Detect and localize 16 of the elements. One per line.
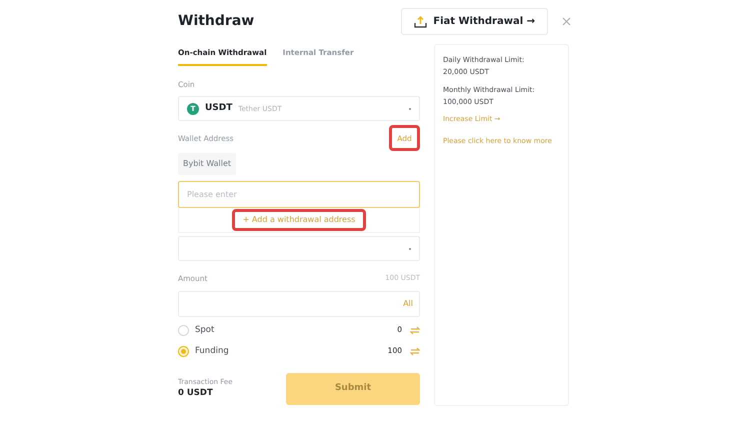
wallet-chip[interactable]: Bybit Wallet [178,153,236,176]
swap-icon[interactable] [410,326,420,334]
amount-field[interactable]: All [178,290,420,316]
radio-button[interactable] [178,346,189,356]
all-button[interactable]: All [403,298,413,310]
fee-value: 0 USDT [178,387,214,400]
dialog-title: Withdraw [178,12,256,31]
account-label: Funding [195,344,230,358]
radio-button[interactable] [178,324,189,336]
swap-icon[interactable] [410,346,420,356]
address-input[interactable]: Please enter [178,181,420,208]
fiat-withdrawal-button[interactable]: Fiat Withdrawal → [401,8,548,35]
add-withdrawal-address-link[interactable]: + Add a withdrawal address [232,209,366,232]
account-label: Spot [195,324,216,336]
upload-icon [414,15,428,28]
close-icon[interactable] [562,17,571,26]
